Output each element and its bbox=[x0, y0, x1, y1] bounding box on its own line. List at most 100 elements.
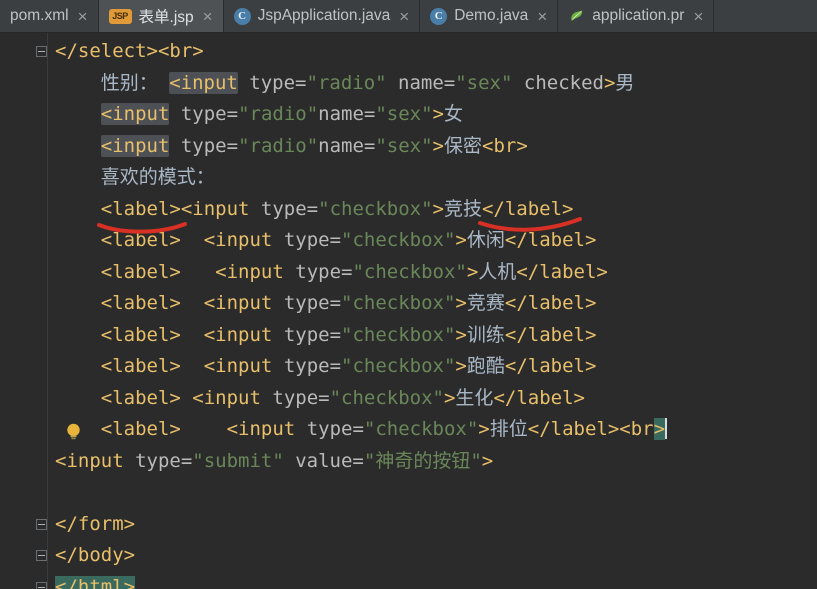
tab-close-icon[interactable]: × bbox=[203, 8, 213, 25]
code-token: > bbox=[478, 418, 490, 440]
gutter bbox=[0, 162, 47, 194]
tab-close-icon[interactable]: × bbox=[693, 8, 703, 25]
code-token: <br> bbox=[482, 134, 528, 157]
tab-form-jsp[interactable]: JSP 表单.jsp × bbox=[98, 0, 224, 32]
gutter bbox=[0, 383, 47, 415]
code-token: > bbox=[466, 260, 479, 283]
code-token: "checkbox" bbox=[341, 355, 456, 377]
code-token: type= bbox=[180, 134, 239, 157]
code-line: <input type="radio"name="sex">女 bbox=[0, 99, 817, 131]
code-line: <input type="submit" value="神奇的按钮"> bbox=[0, 446, 817, 478]
class-file-icon: C bbox=[233, 7, 251, 25]
code-token: <input bbox=[100, 134, 170, 157]
fold-marker-icon[interactable] bbox=[36, 46, 47, 58]
code-token: "checkbox" bbox=[341, 229, 456, 251]
code-token: </label> bbox=[504, 229, 597, 251]
code-token: > bbox=[455, 229, 467, 251]
code-token: <input bbox=[55, 449, 124, 472]
code-token: </label> bbox=[504, 292, 597, 314]
code-token: <input bbox=[100, 103, 170, 125]
code-line-text: <label> <input type="checkbox">生化</label… bbox=[47, 383, 585, 415]
tab-jsp-application-java[interactable]: C JspApplication.java × bbox=[224, 0, 421, 32]
code-line: <label> <input type="checkbox">训练</label… bbox=[0, 320, 817, 352]
code-token: type= bbox=[249, 71, 307, 94]
code-token: "radio" bbox=[238, 134, 319, 157]
code-line-text: 性别： <input type="radio" name="sex" check… bbox=[47, 68, 634, 100]
code-token: </html> bbox=[55, 575, 136, 589]
code-line-text: <label> <input type="checkbox">休闲</label… bbox=[47, 225, 597, 257]
tab-application-properties[interactable]: application.pr × bbox=[558, 0, 715, 32]
fold-marker-icon[interactable] bbox=[36, 550, 47, 562]
gutter bbox=[0, 477, 47, 509]
code-token: checked bbox=[523, 71, 604, 94]
code-line: <label><input type="checkbox">竞技</label> bbox=[0, 194, 817, 226]
code-token: 性别： bbox=[55, 71, 170, 94]
editor-tab-bar: pom.xml × JSP 表单.jsp × C JspApplication.java × C… bbox=[0, 0, 817, 33]
tab-close-icon[interactable]: × bbox=[78, 8, 88, 25]
tab-label: JspApplication.java bbox=[257, 7, 391, 24]
gutter bbox=[0, 414, 47, 446]
spring-file-icon bbox=[568, 8, 585, 25]
code-line-text: <input type="submit" value="神奇的按钮"> bbox=[47, 446, 493, 478]
tab-label: 表单.jsp bbox=[138, 9, 194, 26]
code-token: 保密 bbox=[444, 134, 483, 157]
code-token: type= bbox=[180, 103, 239, 125]
gutter bbox=[0, 257, 47, 289]
code-line-text: <label> <input type="checkbox">跑酷</label… bbox=[47, 351, 597, 383]
text-caret bbox=[665, 418, 668, 439]
code-token: <input bbox=[169, 71, 238, 94]
code-token: 人机 bbox=[478, 260, 517, 283]
code-token: <input bbox=[226, 418, 296, 440]
code-token: </label> bbox=[504, 355, 597, 377]
code-token: "神奇的按钮" bbox=[363, 449, 482, 472]
code-token: 排位 bbox=[489, 418, 528, 440]
fold-marker-icon[interactable] bbox=[36, 518, 47, 530]
code-line-text: <input type="radio"name="sex">女 bbox=[47, 99, 463, 131]
code-token: type= bbox=[123, 449, 193, 472]
code-line-text: <label> <input type="checkbox">竞赛</label… bbox=[47, 288, 597, 320]
gutter bbox=[0, 99, 47, 131]
gutter bbox=[0, 225, 47, 257]
code-token: > bbox=[443, 386, 456, 409]
code-token: "radio" bbox=[306, 71, 387, 94]
code-line-text: </form> bbox=[47, 509, 135, 541]
tab-demo-java[interactable]: C Demo.java × bbox=[420, 0, 559, 32]
tab-close-icon[interactable]: × bbox=[537, 8, 547, 25]
code-token: </label> bbox=[504, 323, 597, 346]
code-token: > bbox=[455, 355, 467, 377]
code-line-text: <label> <input type="checkbox">人机</label… bbox=[47, 257, 608, 289]
code-token: <input bbox=[203, 292, 273, 314]
code-token: <label><input bbox=[100, 197, 250, 220]
code-token: type= bbox=[272, 323, 342, 346]
gutter bbox=[0, 68, 47, 100]
code-token: name= bbox=[398, 71, 456, 94]
code-token: 训练 bbox=[466, 323, 505, 346]
gutter bbox=[0, 446, 47, 478]
code-token: "checkbox" bbox=[352, 260, 467, 283]
code-editor[interactable]: </select><br> 性别： <input type="radio" na… bbox=[0, 33, 817, 589]
code-token: "checkbox" bbox=[318, 197, 433, 220]
tab-close-icon[interactable]: × bbox=[399, 8, 409, 25]
code-token: > bbox=[603, 71, 616, 94]
code-token: 竞技 bbox=[443, 197, 482, 220]
code-token: <label> bbox=[100, 355, 181, 377]
code-token: "checkbox" bbox=[341, 292, 456, 314]
code-line-text: <label> <input type="checkbox">训练</label… bbox=[47, 320, 597, 352]
code-token: 休闲 bbox=[466, 229, 505, 251]
code-token: <label> bbox=[100, 418, 181, 440]
fold-marker-icon[interactable] bbox=[36, 581, 47, 589]
code-token: > bbox=[432, 197, 444, 220]
code-token: > bbox=[432, 103, 444, 125]
tab-pom-xml[interactable]: pom.xml × bbox=[0, 0, 99, 32]
code-line-text: </select><br> bbox=[47, 36, 204, 68]
gutter bbox=[0, 131, 47, 163]
